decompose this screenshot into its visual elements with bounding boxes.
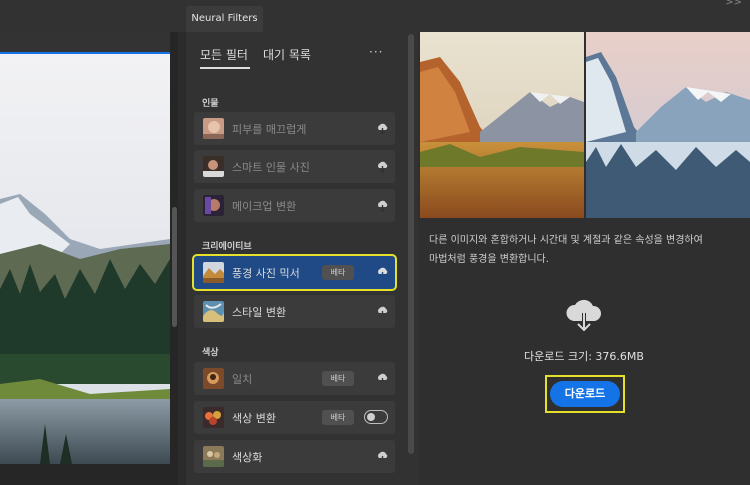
filters-list-panel: 모든 필터 대기 목록 ··· 인물 피부를 매끄럽게 스마트 인물 사진 메이…	[186, 32, 418, 485]
beta-badge: 베타	[322, 265, 354, 280]
tab-waitlist[interactable]: 대기 목록	[263, 46, 311, 63]
landscape-mixer-thumbnail	[203, 262, 224, 283]
download-size: 다운로드 크기: 376.6MB	[524, 350, 644, 363]
harmonization-thumbnail	[203, 368, 224, 389]
cloud-download-icon[interactable]	[376, 160, 389, 173]
color-transfer-thumbnail	[203, 407, 224, 428]
cloud-download-icon[interactable]	[376, 450, 389, 463]
colorize-thumbnail	[203, 446, 224, 467]
filter-label: 색상화	[232, 451, 263, 464]
filter-skin-smoothing[interactable]: 피부를 매끄럽게	[194, 112, 395, 145]
filter-label: 피부를 매끄럽게	[232, 123, 307, 136]
filter-description-line: 마법처럼 풍경을 변환합니다.	[429, 254, 549, 265]
download-button-highlight: 다운로드	[545, 375, 625, 413]
color-transfer-toggle[interactable]	[364, 410, 388, 424]
collapse-panel-button[interactable]: >>	[725, 0, 742, 8]
cloud-download-icon[interactable]	[376, 372, 389, 385]
section-label-portraits: 인물	[202, 99, 219, 109]
section-label-color: 색상	[202, 348, 219, 358]
filter-description-line: 다른 이미지와 혼합하거나 시간대 및 계절과 같은 속성을 변경하여	[429, 235, 703, 246]
filter-harmonization[interactable]: 일치 베타	[194, 362, 395, 395]
cloud-download-icon[interactable]	[376, 122, 389, 135]
makeup-transfer-thumbnail	[203, 195, 224, 216]
more-options-button[interactable]: ···	[369, 45, 383, 59]
cloud-download-icon[interactable]	[376, 305, 389, 318]
filter-color-transfer[interactable]: 색상 변환 베타	[194, 401, 395, 434]
filter-smart-portrait[interactable]: 스마트 인물 사진	[194, 150, 395, 183]
beta-badge: 베타	[322, 371, 354, 386]
smart-portrait-thumbnail	[203, 156, 224, 177]
beta-badge: 베타	[322, 410, 354, 425]
filter-style-transfer[interactable]: 스타일 변환	[194, 295, 395, 328]
neural-filters-tab[interactable]: Neural Filters	[186, 6, 263, 32]
cloud-download-icon[interactable]	[376, 266, 389, 279]
top-bar: Neural Filters >>	[0, 0, 750, 32]
active-tab-underline	[200, 67, 250, 69]
style-transfer-thumbnail	[203, 301, 224, 322]
filter-colorize[interactable]: 색상화	[194, 440, 395, 473]
document-landscape-image	[0, 54, 170, 464]
filter-description: 다른 이미지와 혼합하거나 시간대 및 계절과 같은 속성을 변경하여 마법처럼…	[429, 231, 747, 269]
filter-label: 메이크업 변환	[232, 200, 297, 213]
document-tab-strip	[0, 32, 170, 52]
filter-makeup-transfer[interactable]: 메이크업 변환	[194, 189, 395, 222]
filter-label: 풍경 사진 믹서	[232, 267, 300, 280]
filter-label: 색상 변환	[232, 412, 276, 425]
tab-all-filters[interactable]: 모든 필터	[200, 46, 248, 63]
filter-label: 스마트 인물 사진	[232, 161, 310, 174]
canvas-scrollbar[interactable]	[172, 207, 177, 327]
document-canvas	[0, 32, 178, 485]
filter-info-panel: 다른 이미지와 혼합하거나 시간대 및 계절과 같은 속성을 변경하여 마법처럼…	[418, 32, 750, 485]
filter-landscape-mixer[interactable]: 풍경 사진 믹서 베타	[192, 254, 397, 291]
preview-winter-image	[586, 32, 750, 218]
filter-label: 일치	[232, 373, 253, 386]
filters-list-scrollbar[interactable]	[408, 34, 414, 454]
download-button[interactable]: 다운로드	[550, 381, 620, 407]
filter-label: 스타일 변환	[232, 306, 287, 319]
cloud-download-large-icon	[566, 299, 602, 333]
skin-smoothing-thumbnail	[203, 118, 224, 139]
preview-autumn-image	[420, 32, 584, 218]
cloud-download-icon[interactable]	[376, 199, 389, 212]
section-label-creative: 크리에이티브	[202, 242, 252, 252]
